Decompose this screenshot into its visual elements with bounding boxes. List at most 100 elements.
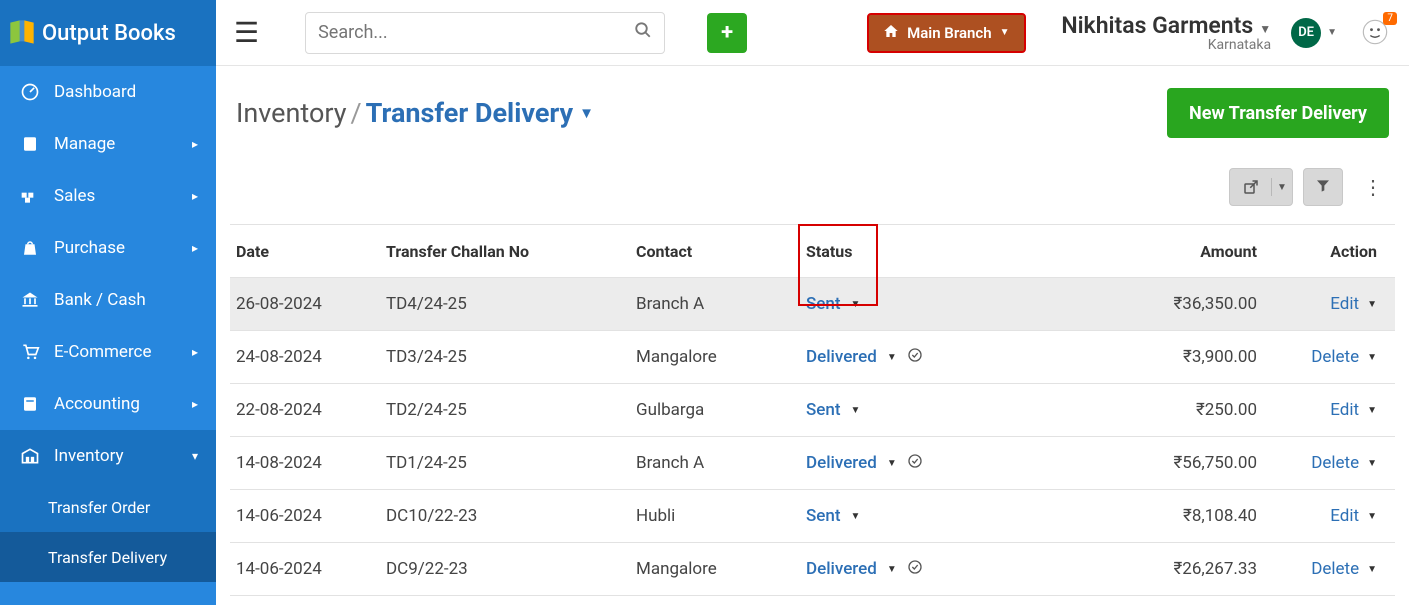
chevron-down-icon[interactable]: ▼ xyxy=(1367,299,1377,310)
chevron-down-icon[interactable]: ▼ xyxy=(1367,405,1377,416)
sidebar-item-accounting[interactable]: Accounting ▸ xyxy=(0,378,216,430)
cell-action: Edit ▼ xyxy=(1269,294,1389,314)
cell-action: Delete ▼ xyxy=(1269,347,1389,367)
filter-button[interactable] xyxy=(1303,168,1343,206)
cell-status[interactable]: Delivered ▼ xyxy=(806,559,1026,580)
cell-challan: TD4/24-25 xyxy=(386,294,636,314)
table-row[interactable]: 26-08-2024TD4/24-25Branch ASent▼₹36,350.… xyxy=(230,278,1395,331)
cell-contact: Hubli xyxy=(636,506,806,526)
cell-status[interactable]: Sent ▼ xyxy=(806,400,1026,420)
notification-badge: 7 xyxy=(1383,12,1397,25)
sidebar-item-dashboard[interactable]: Dashboard xyxy=(0,66,216,118)
chevron-down-icon[interactable]: ▼ xyxy=(1367,564,1377,575)
bank-icon xyxy=(18,290,42,310)
chevron-right-icon: ▸ xyxy=(192,189,198,203)
sidebar-submenu: Transfer Order Transfer Delivery xyxy=(0,482,216,582)
main-content: Inventory / Transfer Delivery ▼ New Tran… xyxy=(216,66,1409,605)
branch-selector[interactable]: Main Branch ▼ xyxy=(867,13,1025,53)
sidebar-item-purchase[interactable]: Purchase ▸ xyxy=(0,222,216,274)
cell-action: Delete ▼ xyxy=(1269,559,1389,579)
table-row[interactable]: 14-06-2024DC9/22-23MangaloreDelivered▼₹2… xyxy=(230,543,1395,596)
status-link[interactable]: Delivered xyxy=(806,453,877,473)
col-contact-header[interactable]: Contact xyxy=(636,242,806,261)
sidebar-item-sales[interactable]: Sales ▸ xyxy=(0,170,216,222)
chevron-down-icon: ▼ xyxy=(1000,27,1010,38)
status-link[interactable]: Sent xyxy=(806,506,841,526)
sidebar-item-bank[interactable]: Bank / Cash xyxy=(0,274,216,326)
sidebar-item-inventory[interactable]: Inventory ▾ xyxy=(0,430,216,482)
status-link[interactable]: Delivered xyxy=(806,347,877,367)
add-button[interactable]: + xyxy=(707,13,747,53)
chevron-down-icon[interactable]: ▼ xyxy=(887,458,897,469)
sidebar-item-ecommerce[interactable]: E-Commerce ▸ xyxy=(0,326,216,378)
cell-status[interactable]: Delivered ▼ xyxy=(806,453,1026,474)
app-logo[interactable]: Output Books xyxy=(0,0,216,66)
col-challan-header[interactable]: Transfer Challan No xyxy=(386,242,636,261)
home-icon xyxy=(883,23,899,43)
cell-contact: Gulbarga xyxy=(636,400,806,420)
cell-status[interactable]: Delivered ▼ xyxy=(806,347,1026,368)
help-icon[interactable]: 7 xyxy=(1361,18,1391,48)
sidebar-item-label: Accounting xyxy=(54,394,140,414)
chevron-down-icon[interactable]: ▼ xyxy=(1367,511,1377,522)
action-link[interactable]: Edit xyxy=(1330,294,1359,314)
org-location: Karnataka xyxy=(1061,37,1271,53)
cell-challan: TD1/24-25 xyxy=(386,453,636,473)
search-icon[interactable] xyxy=(634,21,652,44)
action-link[interactable]: Delete xyxy=(1311,559,1359,579)
branch-label: Main Branch xyxy=(907,24,991,42)
action-link[interactable]: Edit xyxy=(1330,400,1359,420)
export-button[interactable]: ▼ xyxy=(1229,168,1293,206)
user-avatar[interactable]: DE xyxy=(1291,18,1321,48)
more-options-button[interactable]: ⋮ xyxy=(1361,175,1385,199)
status-link[interactable]: Sent xyxy=(806,294,841,314)
hamburger-menu-icon[interactable]: ☰ xyxy=(234,16,259,49)
chevron-down-icon[interactable]: ▼ xyxy=(887,352,897,363)
cell-status[interactable]: Sent ▼ xyxy=(806,506,1026,526)
search-input-wrapper[interactable] xyxy=(305,12,665,54)
table-row[interactable]: 14-06-2024DC10/22-23HubliSent▼₹8,108.40E… xyxy=(230,490,1395,543)
action-link[interactable]: Delete xyxy=(1311,453,1359,473)
breadcrumb-root[interactable]: Inventory xyxy=(236,97,347,129)
checkmark-icon xyxy=(907,347,923,368)
sidebar-item-label: E-Commerce xyxy=(54,342,151,362)
chevron-down-icon: ▾ xyxy=(192,449,198,463)
col-date-header[interactable]: Date xyxy=(236,242,386,261)
col-status-header[interactable]: Status xyxy=(806,242,1026,261)
breadcrumb-current[interactable]: Transfer Delivery xyxy=(366,97,573,129)
chevron-down-icon[interactable]: ▼ xyxy=(1367,458,1377,469)
table-row[interactable]: 24-08-2024TD3/24-25MangaloreDelivered▼₹3… xyxy=(230,331,1395,384)
cell-amount: ₹26,267.33 xyxy=(1129,559,1269,579)
chevron-down-icon[interactable]: ▼ xyxy=(1367,352,1377,363)
chevron-down-icon[interactable]: ▼ xyxy=(851,299,861,310)
sidebar-item-label: Manage xyxy=(54,134,115,154)
sidebar-item-label: Purchase xyxy=(54,238,125,258)
sidebar-subitem-transfer-order[interactable]: Transfer Order xyxy=(0,482,216,532)
org-name-text: Nikhitas Garments xyxy=(1061,12,1253,39)
action-link[interactable]: Delete xyxy=(1311,347,1359,367)
accounting-icon xyxy=(18,395,42,413)
chevron-down-icon[interactable]: ▼ xyxy=(851,405,861,416)
share-icon xyxy=(1230,178,1272,196)
col-action-header[interactable]: Action xyxy=(1269,242,1389,261)
sidebar-subitem-transfer-delivery[interactable]: Transfer Delivery xyxy=(0,532,216,582)
chevron-down-icon[interactable]: ▼ xyxy=(851,511,861,522)
col-amount-header[interactable]: Amount xyxy=(1129,242,1269,261)
chevron-down-icon[interactable]: ▼ xyxy=(579,104,594,122)
table-row[interactable]: 22-08-2024TD2/24-25GulbargaSent▼₹250.00E… xyxy=(230,384,1395,437)
chevron-down-icon[interactable]: ▼ xyxy=(887,564,897,575)
search-input[interactable] xyxy=(318,22,634,43)
sidebar-item-manage[interactable]: Manage ▸ xyxy=(0,118,216,170)
status-link[interactable]: Sent xyxy=(806,400,841,420)
action-link[interactable]: Edit xyxy=(1330,506,1359,526)
chevron-right-icon: ▸ xyxy=(192,241,198,255)
new-transfer-delivery-button[interactable]: New Transfer Delivery xyxy=(1167,88,1389,138)
cell-status[interactable]: Sent ▼ xyxy=(806,294,1026,314)
org-selector[interactable]: Nikhitas Garments▼ Karnataka xyxy=(1061,12,1271,53)
filter-icon xyxy=(1315,177,1331,197)
cart-icon xyxy=(18,342,42,362)
chevron-right-icon: ▸ xyxy=(192,397,198,411)
status-link[interactable]: Delivered xyxy=(806,559,877,579)
table-row[interactable]: 14-08-2024TD1/24-25Branch ADelivered▼₹56… xyxy=(230,437,1395,490)
chevron-down-icon[interactable]: ▼ xyxy=(1327,27,1337,38)
